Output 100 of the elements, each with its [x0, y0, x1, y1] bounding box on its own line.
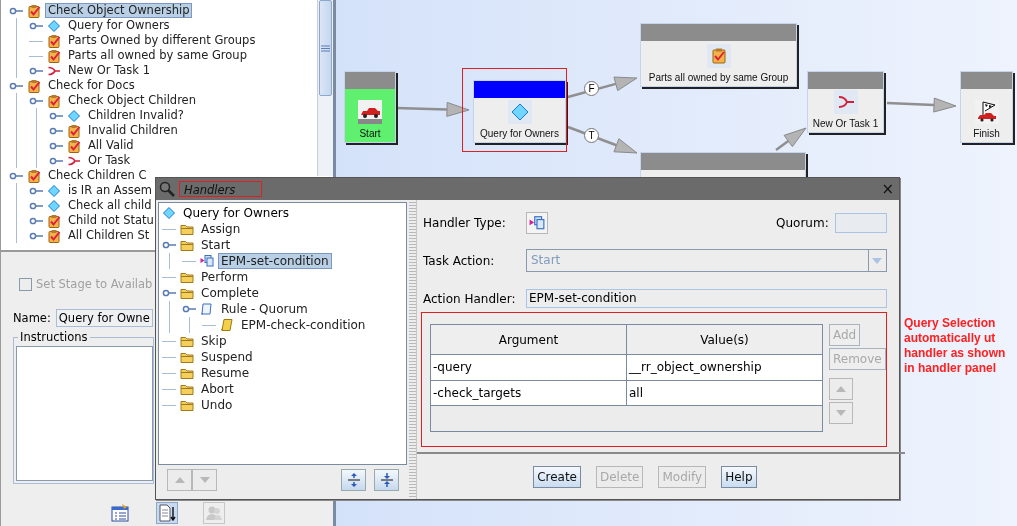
table-cell: -check_targets: [430, 380, 627, 406]
scrollbar-thumb[interactable]: [319, 0, 332, 96]
workflow-node[interactable]: Query for Owners: [473, 80, 566, 143]
connector-arrow: [567, 76, 638, 99]
annotation-note: Query Selection automatically ut handler as shown in handler panel: [904, 316, 1006, 376]
checkbox-label: Set Stage to Availab: [36, 277, 153, 291]
tree-handle-icon[interactable]: [29, 230, 45, 241]
folder-icon: [180, 222, 194, 236]
workflow-node[interactable]: Finish: [960, 71, 1013, 143]
tree-handle-icon[interactable]: [29, 200, 45, 211]
tree-item[interactable]: Invalid Children: [85, 123, 181, 138]
diamond-icon: [162, 206, 176, 220]
tree-item[interactable]: Perform: [198, 269, 252, 285]
handler-type-button[interactable]: [526, 212, 548, 234]
scrollbar[interactable]: [317, 0, 333, 176]
table-cell: __rr_object_ownership: [626, 354, 823, 381]
scroll-icon: [220, 318, 234, 332]
expand-arrows-icon: [346, 473, 361, 487]
tree-item[interactable]: Check Children C: [45, 168, 150, 183]
clipboard-check-icon: [67, 138, 81, 153]
tree-handle-icon[interactable]: [9, 5, 25, 16]
tree-handle-icon[interactable]: [29, 95, 45, 106]
clipboard-check-icon: [706, 44, 731, 68]
scroll-icon: [200, 302, 214, 316]
workflow-node[interactable]: New Or Task 1: [807, 71, 884, 133]
tree-item[interactable]: Check Object Ownership: [45, 3, 193, 18]
diamond-icon: [67, 108, 81, 123]
tree-item[interactable]: Children Invalid?: [85, 108, 187, 123]
form-button[interactable]: [109, 502, 131, 524]
tree-item[interactable]: Check Object Children: [65, 93, 199, 108]
tree-item[interactable]: New Or Task 1: [65, 63, 153, 78]
tree-item[interactable]: Parts all owned by same Group: [65, 48, 250, 63]
field-label: Handler Type:: [423, 216, 507, 230]
tree-handle-icon[interactable]: [29, 20, 45, 31]
tree-item[interactable]: Check all child: [65, 198, 155, 213]
branch-label: F: [584, 81, 599, 96]
tree-handle-icon[interactable]: [49, 140, 65, 151]
workflow-node[interactable]: Parts all owned by same Group: [640, 23, 797, 87]
name-field[interactable]: Query for Owne: [55, 309, 153, 327]
tree-item[interactable]: Or Task: [85, 153, 134, 168]
dialog-title: Handlers: [179, 181, 262, 197]
tree-item[interactable]: Abort: [198, 381, 237, 397]
tree-item[interactable]: Child not Statu: [65, 213, 157, 228]
connector-arrow: [567, 125, 638, 154]
folder-icon: [180, 334, 194, 348]
tree-handle-icon[interactable]: [29, 215, 45, 226]
tree-item[interactable]: Query for Owners: [65, 18, 173, 33]
folder-icon: [180, 286, 194, 300]
dialog-button[interactable]: Create: [533, 466, 581, 488]
tree-item[interactable]: Skip: [198, 333, 230, 349]
tree-handle-icon[interactable]: [49, 110, 65, 121]
clipboard-check-icon: [47, 48, 61, 63]
node-label: Parts all owned by same Group: [648, 72, 789, 83]
tree-handle-icon[interactable]: [162, 288, 178, 298]
tree-handle-icon[interactable]: [9, 170, 25, 181]
close-button[interactable]: ×: [879, 181, 896, 197]
tree-item[interactable]: Start: [198, 237, 234, 253]
tree-item[interactable]: EPM-check-condition: [238, 317, 369, 333]
tree-item[interactable]: Resume: [198, 365, 253, 381]
collapse-button[interactable]: [374, 469, 399, 491]
tree-item[interactable]: Complete: [198, 285, 262, 301]
tree-item[interactable]: is IR an Assem: [65, 183, 155, 198]
tree-item[interactable]: EPM-set-condition: [218, 253, 332, 269]
column-header: Value(s): [626, 324, 823, 355]
expand-button[interactable]: [341, 469, 366, 491]
document-arrow-button[interactable]: [156, 502, 178, 524]
folder-icon: [180, 382, 194, 396]
tree-handle-icon[interactable]: [49, 125, 65, 136]
caret-icon: [872, 257, 883, 264]
folder-icon: [180, 350, 194, 364]
tree-item[interactable]: Query for Owners: [180, 205, 293, 221]
tree-item[interactable]: All Children St: [65, 228, 153, 243]
tree-item[interactable]: Suspend: [198, 349, 256, 365]
dialog-button[interactable]: Help: [721, 466, 757, 488]
task-node[interactable]: [640, 152, 806, 178]
node-label: Finish: [973, 128, 1000, 139]
tree-item[interactable]: Check for Docs: [45, 78, 138, 93]
tree-item[interactable]: All Valid: [85, 138, 137, 153]
connector-arrow: [775, 127, 807, 151]
tree-handle-icon[interactable]: [162, 240, 178, 250]
tree-item[interactable]: Parts Owned by different Groups: [65, 33, 259, 48]
car-icon: [358, 100, 382, 124]
clipboard-check-icon: [47, 228, 61, 243]
diamond-icon: [47, 183, 61, 198]
tree-item[interactable]: Rule - Quorum: [218, 301, 311, 317]
tree-handle-icon[interactable]: [29, 65, 45, 76]
tree-handle-icon[interactable]: [49, 155, 65, 166]
tree-handle-icon[interactable]: [182, 304, 198, 314]
action-handler-field[interactable]: EPM-set-condition: [526, 289, 887, 308]
tree-handle-icon[interactable]: [29, 185, 45, 196]
tree-item[interactable]: Assign: [198, 221, 244, 237]
workflow-node[interactable]: Start: [344, 71, 396, 143]
tree-handle-icon[interactable]: [9, 80, 25, 91]
clipboard-check-icon: [27, 78, 41, 93]
grip-icon: [321, 44, 330, 52]
table-cell: -query: [430, 354, 627, 381]
clipboard-check-icon: [67, 123, 81, 138]
instructions-label: Instructions: [18, 330, 90, 344]
folder-icon: [180, 238, 194, 252]
tree-item[interactable]: Undo: [198, 397, 236, 413]
